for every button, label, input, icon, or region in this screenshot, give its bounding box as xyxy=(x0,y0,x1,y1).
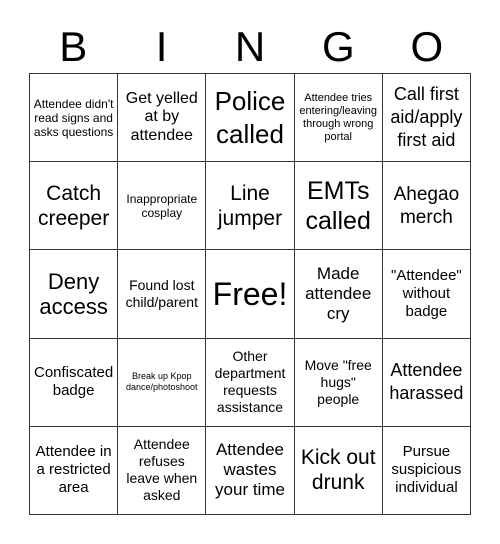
bingo-header: B I N G O xyxy=(29,22,471,72)
bingo-grid: Attendee didn't read signs and asks ques… xyxy=(29,73,471,515)
bingo-cell[interactable]: Attendee refuses leave when asked xyxy=(118,426,207,515)
bingo-cell[interactable]: Attendee didn't read signs and asks ques… xyxy=(30,74,119,163)
cell-text: Ahegao merch xyxy=(393,183,460,228)
bingo-cell[interactable]: Pursue suspicious individual xyxy=(382,426,471,515)
cell-text: Deny access xyxy=(39,268,108,319)
cell-text: Attendee harassed xyxy=(389,360,464,404)
header-letter-g: G xyxy=(322,23,355,70)
cell-text: Attendee tries entering/leaving through … xyxy=(299,91,378,143)
cell-text: Confiscated badge xyxy=(33,364,114,400)
cell-text: Police called xyxy=(214,85,286,149)
bingo-cell[interactable]: Attendee harassed xyxy=(382,338,471,427)
header-letter-b: B xyxy=(59,23,88,70)
bingo-cell[interactable]: Attendee wastes your time xyxy=(206,426,295,515)
cell-text: Found lost child/parent xyxy=(125,276,198,310)
cell-text: Break up Kpop dance/photoshoot xyxy=(126,371,198,393)
free-space-text: Free! xyxy=(212,275,288,312)
cell-text: Kick out drunk xyxy=(300,446,376,495)
cell-text: Other department requests assistance xyxy=(214,348,286,416)
cell-text: Attendee in a restricted area xyxy=(35,443,112,497)
cell-text: Attendee refuses leave when asked xyxy=(126,436,198,504)
header-letter-i: I xyxy=(155,23,168,70)
bingo-cell[interactable]: Get yelled at by attendee xyxy=(118,74,207,163)
bingo-cell[interactable]: Break up Kpop dance/photoshoot xyxy=(118,338,207,427)
bingo-cell[interactable]: Attendee tries entering/leaving through … xyxy=(294,74,383,163)
cell-text: Inappropriate cosplay xyxy=(126,191,198,220)
bingo-cell[interactable]: Deny access xyxy=(30,250,119,339)
cell-text: Call first aid/apply first aid xyxy=(390,84,463,151)
bingo-cell[interactable]: EMTs called xyxy=(294,162,383,251)
header-letter-n: N xyxy=(234,23,266,70)
bingo-cell[interactable]: Catch creeper xyxy=(30,162,119,251)
cell-text: Catch creeper xyxy=(37,181,110,230)
cell-text: Move "free hugs" people xyxy=(304,356,372,407)
bingo-cell[interactable]: Line jumper xyxy=(206,162,295,251)
free-space-cell[interactable]: Free! xyxy=(206,250,295,339)
cell-text: Attendee didn't read signs and asks ques… xyxy=(33,96,114,139)
bingo-cell[interactable]: Confiscated badge xyxy=(30,338,119,427)
cell-text: EMTs called xyxy=(305,176,371,235)
bingo-cell[interactable]: Police called xyxy=(206,74,295,163)
bingo-cell[interactable]: Found lost child/parent xyxy=(118,250,207,339)
bingo-cell[interactable]: Call first aid/apply first aid xyxy=(382,74,471,163)
cell-text: "Attendee" without badge xyxy=(391,266,462,320)
bingo-cell[interactable]: Kick out drunk xyxy=(294,426,383,515)
cell-text: Pursue suspicious individual xyxy=(391,443,462,497)
bingo-cell[interactable]: Other department requests assistance xyxy=(206,338,295,427)
bingo-cell[interactable]: Attendee in a restricted area xyxy=(30,426,119,515)
cell-text: Line jumper xyxy=(217,181,283,230)
cell-text: Attendee wastes your time xyxy=(215,440,285,500)
bingo-cell[interactable]: Made attendee cry xyxy=(294,250,383,339)
bingo-cell[interactable]: "Attendee" without badge xyxy=(382,250,471,339)
cell-text: Made attendee cry xyxy=(305,263,372,323)
bingo-cell[interactable]: Ahegao merch xyxy=(382,162,471,251)
bingo-cell[interactable]: Inappropriate cosplay xyxy=(118,162,207,251)
bingo-cell[interactable]: Move "free hugs" people xyxy=(294,338,383,427)
header-letter-o: O xyxy=(410,23,444,70)
cell-text: Get yelled at by attendee xyxy=(125,89,198,144)
